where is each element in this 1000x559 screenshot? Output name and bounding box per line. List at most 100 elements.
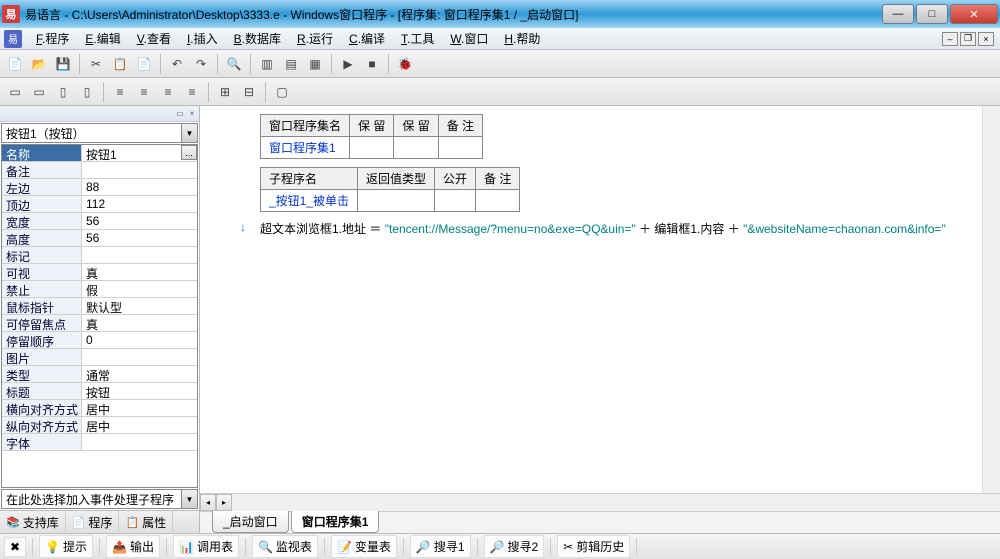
t2-8[interactable]: ≡ (181, 81, 203, 103)
t2-2[interactable]: ▭ (28, 81, 50, 103)
new-button[interactable]: 📄 (4, 53, 26, 75)
table-cell[interactable] (394, 137, 438, 159)
find-button[interactable]: 🔍 (223, 53, 245, 75)
status-item[interactable]: 📤输出 (106, 535, 160, 558)
mdi-restore[interactable]: ❐ (960, 32, 976, 46)
paste-button[interactable]: 📄 (133, 53, 155, 75)
status-item[interactable]: ✖ (4, 537, 26, 557)
t2-3[interactable]: ▯ (52, 81, 74, 103)
status-item[interactable]: 🔎搜寻2 (484, 535, 545, 558)
property-value[interactable]: 0 (82, 332, 197, 348)
layout1-button[interactable]: ▥ (256, 53, 278, 75)
property-value[interactable]: 真 (82, 264, 197, 280)
status-item[interactable]: 📝变量表 (331, 535, 397, 558)
property-row[interactable]: 可停留焦点真 (2, 315, 197, 332)
pane-close-icon[interactable]: × (187, 109, 197, 119)
property-row[interactable]: 字体 (2, 434, 197, 451)
menu-item[interactable]: H.帮助 (496, 30, 548, 48)
menu-item[interactable]: I.插入 (179, 30, 226, 48)
property-grid[interactable]: 名称按钮1...备注左边88顶边112宽度56高度56标记可视真禁止假鼠标指针默… (1, 144, 198, 488)
table-cell[interactable]: _按钮1_被单击 (261, 190, 358, 212)
property-value[interactable]: 通常 (82, 366, 197, 382)
property-value[interactable]: 56 (82, 213, 197, 229)
copy-button[interactable]: 📋 (109, 53, 131, 75)
t2-10[interactable]: ⊟ (238, 81, 260, 103)
property-value[interactable]: 按钮 (82, 383, 197, 399)
menu-item[interactable]: V.查看 (129, 30, 179, 48)
table-cell[interactable] (435, 190, 476, 212)
layout2-button[interactable]: ▤ (280, 53, 302, 75)
property-row[interactable]: 禁止假 (2, 281, 197, 298)
t2-11[interactable]: ▢ (271, 81, 293, 103)
mdi-close[interactable]: × (978, 32, 994, 46)
open-button[interactable]: 📂 (28, 53, 50, 75)
left-tab[interactable]: 📄程序 (66, 511, 120, 533)
property-row[interactable]: 纵向对齐方式居中 (2, 417, 197, 434)
t2-7[interactable]: ≡ (157, 81, 179, 103)
cut-button[interactable]: ✂ (85, 53, 107, 75)
property-row[interactable]: 类型通常 (2, 366, 197, 383)
scroll-left-button[interactable]: ◂ (200, 494, 216, 511)
pane-pin-icon[interactable]: ▭ (175, 109, 185, 119)
property-row[interactable]: 标题按钮 (2, 383, 197, 400)
mdi-minimize[interactable]: – (942, 32, 958, 46)
minimize-button[interactable]: — (882, 4, 914, 24)
object-selector[interactable]: ▼ (1, 123, 198, 143)
property-row[interactable]: 宽度56 (2, 213, 197, 230)
status-item[interactable]: 📊调用表 (173, 535, 239, 558)
property-row[interactable]: 高度56 (2, 230, 197, 247)
ellipsis-button[interactable]: ... (181, 145, 197, 160)
property-row[interactable]: 图片 (2, 349, 197, 366)
table-cell[interactable] (438, 137, 482, 159)
property-row[interactable]: 左边88 (2, 179, 197, 196)
menu-item[interactable]: E.编辑 (77, 30, 128, 48)
t2-5[interactable]: ≡ (109, 81, 131, 103)
property-row[interactable]: 标记 (2, 247, 197, 264)
status-item[interactable]: 🔍监视表 (252, 535, 318, 558)
property-value[interactable]: 居中 (82, 400, 197, 416)
t2-1[interactable]: ▭ (4, 81, 26, 103)
property-row[interactable]: 鼠标指针默认型 (2, 298, 197, 315)
table-cell[interactable] (350, 137, 394, 159)
run-button[interactable]: ▶ (337, 53, 359, 75)
table-cell[interactable]: 窗口程序集1 (261, 137, 350, 159)
chevron-down-icon[interactable]: ▼ (181, 124, 197, 142)
horizontal-scrollbar[interactable]: ◂ ▸ (200, 493, 1000, 511)
t2-4[interactable]: ▯ (76, 81, 98, 103)
table-cell[interactable] (476, 190, 520, 212)
maximize-button[interactable]: □ (916, 4, 948, 24)
property-value[interactable]: 居中 (82, 417, 197, 433)
debug-button[interactable]: 🐞 (394, 53, 416, 75)
redo-button[interactable]: ↷ (190, 53, 212, 75)
property-row[interactable]: 横向对齐方式居中 (2, 400, 197, 417)
property-row[interactable]: 名称按钮1... (2, 145, 197, 162)
property-row[interactable]: 备注 (2, 162, 197, 179)
property-row[interactable]: 停留顺序0 (2, 332, 197, 349)
property-value[interactable] (82, 162, 197, 178)
menu-item[interactable]: C.编译 (341, 30, 393, 48)
menu-item[interactable]: F.程序 (28, 30, 77, 48)
save-button[interactable]: 💾 (52, 53, 74, 75)
undo-button[interactable]: ↶ (166, 53, 188, 75)
menu-item[interactable]: T.工具 (393, 30, 442, 48)
property-value[interactable]: 假 (82, 281, 197, 297)
property-row[interactable]: 顶边112 (2, 196, 197, 213)
menu-item[interactable]: R.运行 (289, 30, 341, 48)
layout3-button[interactable]: ▦ (304, 53, 326, 75)
event-selector-input[interactable] (2, 490, 181, 508)
property-row[interactable]: 可视真 (2, 264, 197, 281)
editor-tab[interactable]: _启动窗口 (212, 511, 289, 533)
close-button[interactable]: ✕ (950, 4, 998, 24)
code-line[interactable]: ↓ 超文本浏览框1.地址 ＝ "tencent://Message/?menu=… (260, 220, 978, 237)
left-tab[interactable]: 📚支持库 (0, 511, 66, 533)
left-tab[interactable]: 📋属性 (119, 511, 173, 533)
property-value[interactable]: 88 (82, 179, 197, 195)
menu-item[interactable]: B.数据库 (226, 30, 289, 48)
property-value[interactable]: 真 (82, 315, 197, 331)
property-value[interactable]: 按钮1... (82, 145, 197, 161)
status-item[interactable]: 🔎搜寻1 (410, 535, 471, 558)
vertical-scrollbar[interactable] (982, 106, 1000, 493)
property-value[interactable] (82, 247, 197, 263)
property-value[interactable]: 112 (82, 196, 197, 212)
status-item[interactable]: 💡提示 (39, 535, 93, 558)
